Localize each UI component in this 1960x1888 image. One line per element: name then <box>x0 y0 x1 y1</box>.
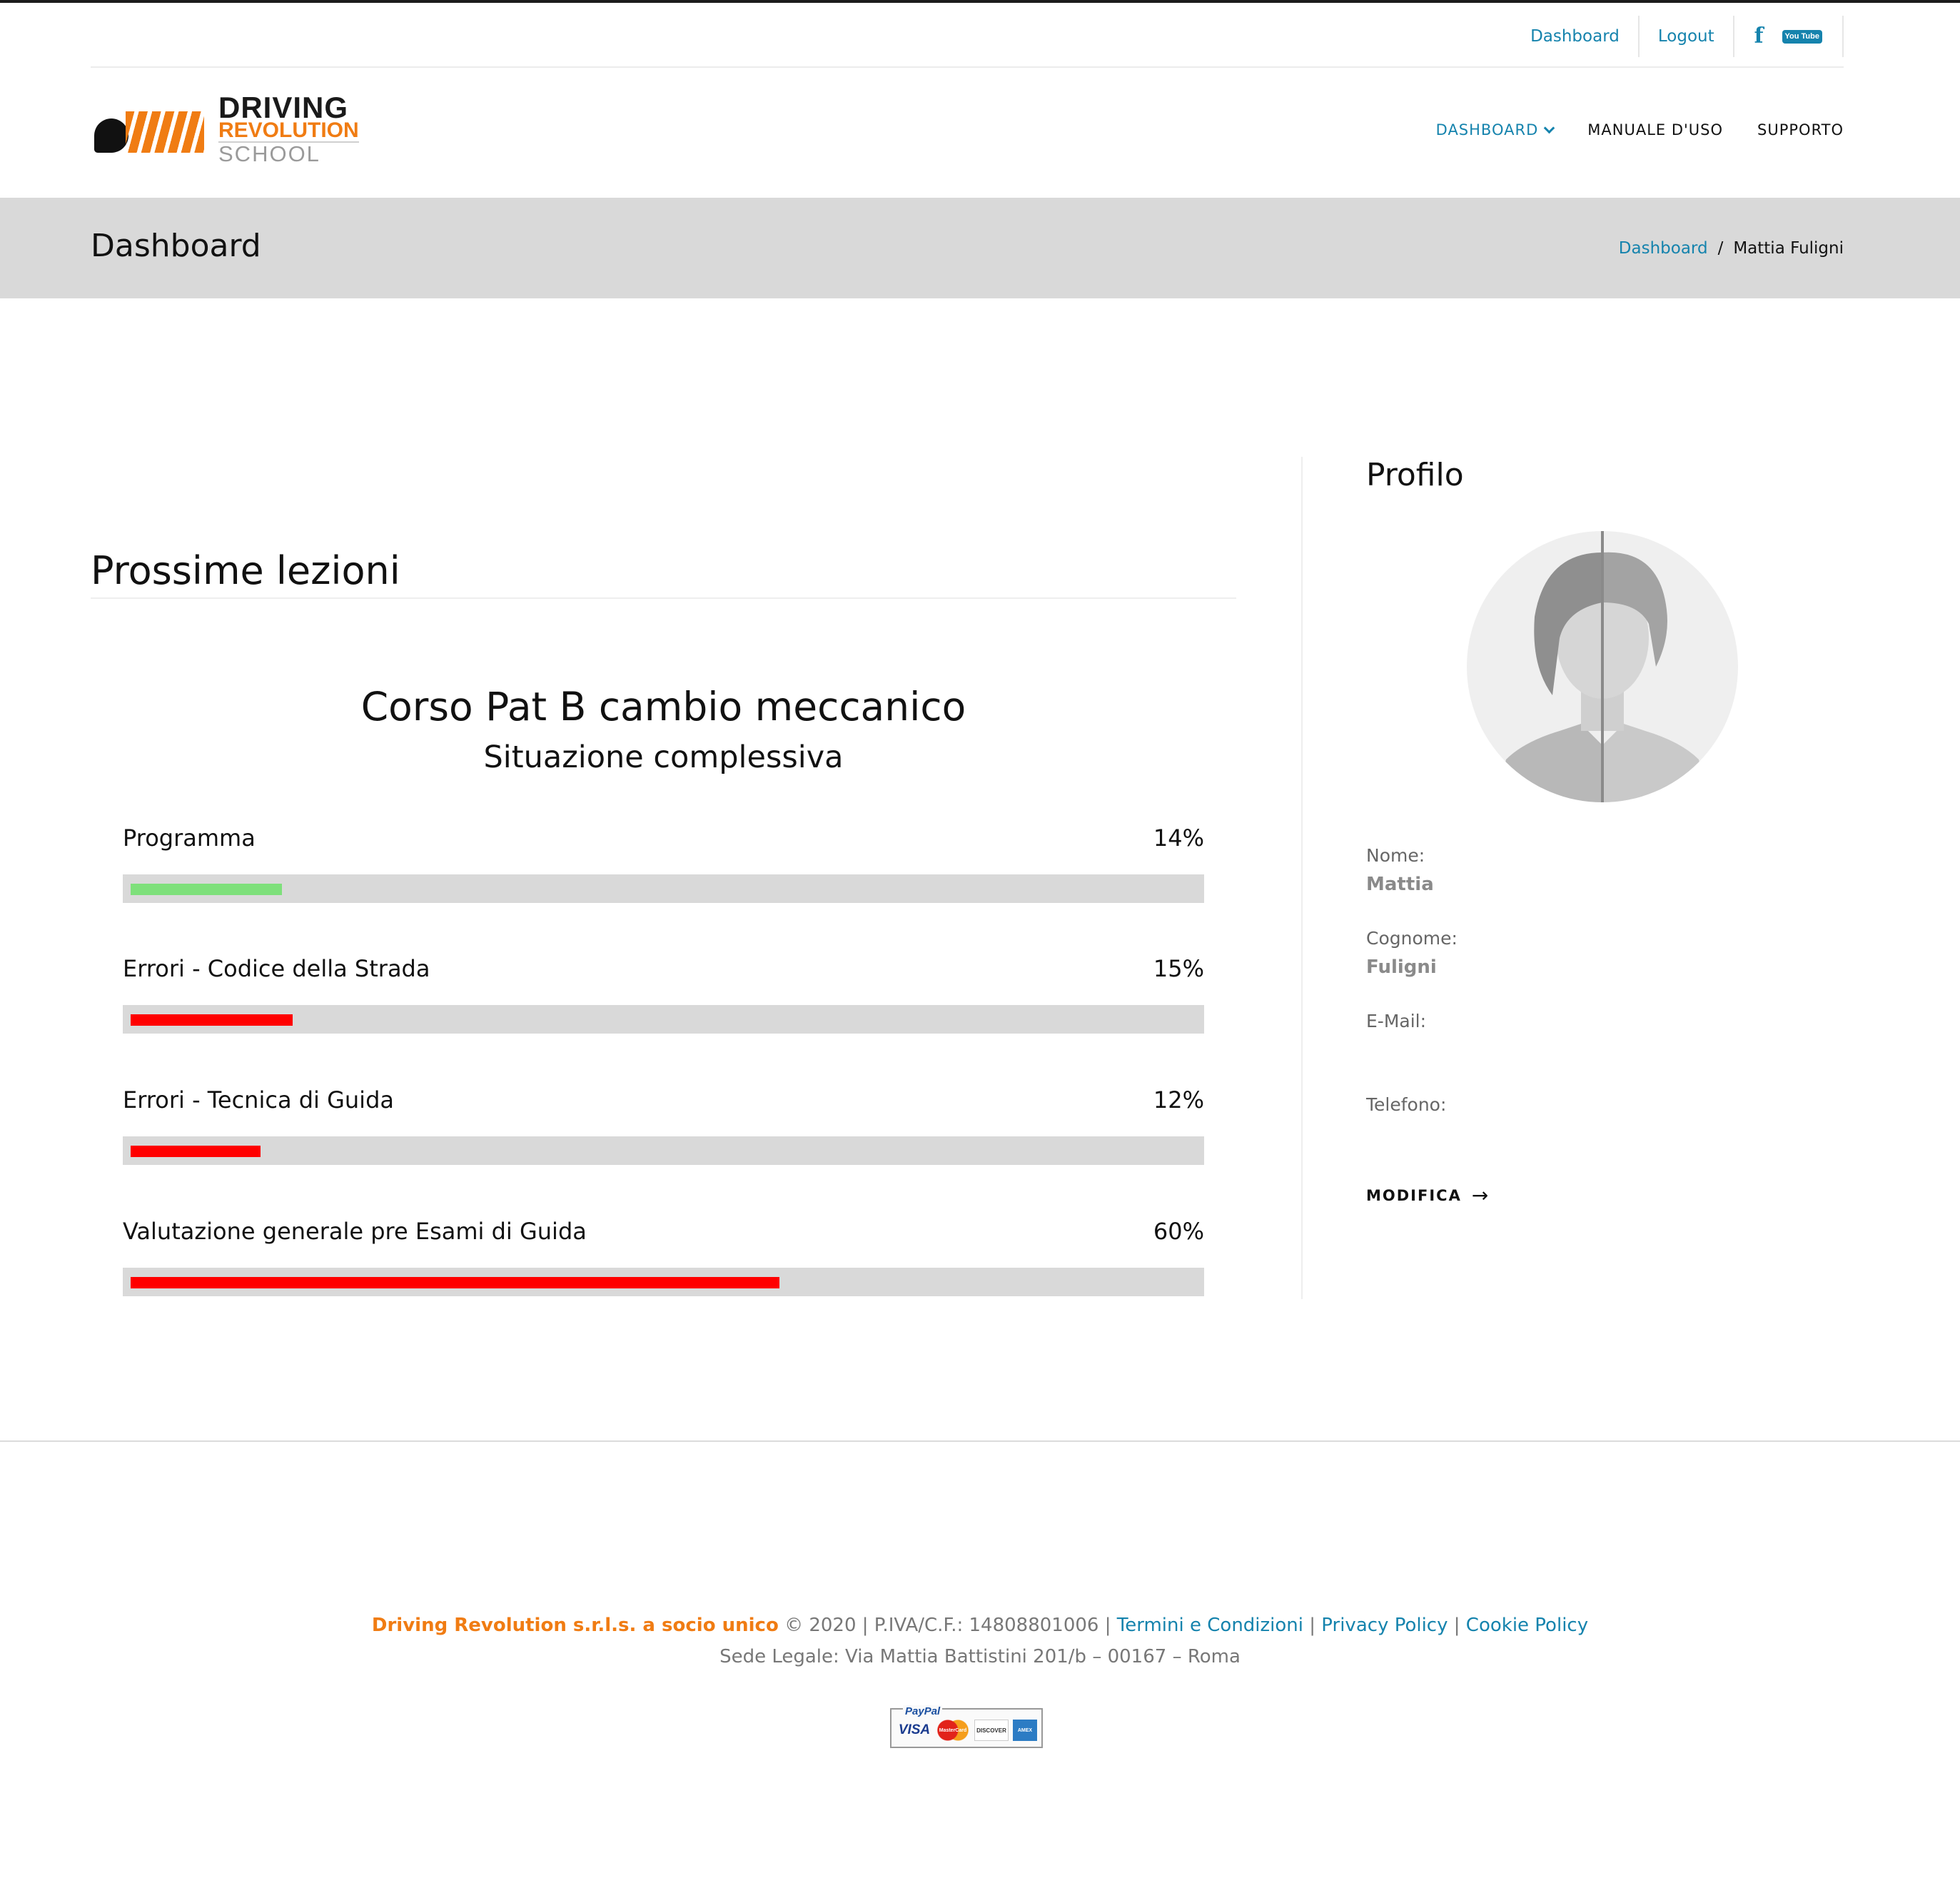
profile-title: Profilo <box>1366 457 1464 493</box>
breadcrumb-home[interactable]: Dashboard <box>1619 239 1708 258</box>
logo-line-2: REVOLUTION <box>218 118 359 143</box>
progress-value: 12% <box>1153 1086 1204 1114</box>
page-title-bar: Dashboard Dashboard / Mattia Fuligni <box>0 198 1960 298</box>
edit-profile-label: MODIFICA <box>1366 1186 1462 1204</box>
payment-methods: PayPal VISA MasterCard DISCOVER AMEX <box>890 1705 1043 1748</box>
main-nav: DASHBOARD MANUALE D'USO SUPPORTO <box>1402 121 1844 138</box>
surname-label: Cognome: <box>1366 928 1458 949</box>
logo-line-3: SCHOOL <box>218 141 359 165</box>
facebook-icon[interactable]: f <box>1754 26 1764 47</box>
visa-icon: VISA <box>898 1722 931 1737</box>
progress-track <box>123 1136 1204 1165</box>
breadcrumb: Dashboard / Mattia Fuligni <box>1619 239 1844 258</box>
nav-dashboard[interactable]: DASHBOARD <box>1402 121 1555 138</box>
mastercard-icon: MasterCard <box>936 1720 970 1741</box>
phone-label: Telefono: <box>1366 1094 1447 1115</box>
footer-separator: | <box>1453 1615 1460 1636</box>
nav-dashboard-label: DASHBOARD <box>1435 121 1539 138</box>
name-value: Mattia <box>1366 874 1434 895</box>
progress-label: Errori - Codice della Strada <box>123 955 430 982</box>
progress-label: Programma <box>123 824 256 852</box>
social-links: f You Tube <box>1734 16 1844 57</box>
breadcrumb-current: Mattia Fuligni <box>1733 239 1844 258</box>
logout-link[interactable]: Logout <box>1640 16 1734 57</box>
paypal-icon: PayPal <box>903 1705 943 1717</box>
footer-separator: | <box>1309 1615 1316 1636</box>
footer-copyright: © 2020 | P.IVA/C.F.: 14808801006 | <box>784 1615 1111 1636</box>
nav-supporto[interactable]: SUPPORTO <box>1723 121 1844 138</box>
top-dashboard-link[interactable]: Dashboard <box>1512 16 1640 57</box>
footer-address: Sede Legale: Via Mattia Battistini 201/b… <box>719 1646 1241 1667</box>
email-label: E-Mail: <box>1366 1011 1427 1031</box>
amex-icon: AMEX <box>1013 1720 1037 1741</box>
page-title: Dashboard <box>91 228 261 264</box>
name-label: Nome: <box>1366 845 1425 866</box>
logo-line-1: DRIVING <box>218 90 349 124</box>
progress-errori-tecnica: Errori - Tecnica di Guida 12% <box>123 1086 1204 1208</box>
progress-errori-codice: Errori - Codice della Strada 15% <box>123 955 1204 1076</box>
footer-divider <box>0 1440 1960 1442</box>
lessons-title: Prossime lezioni <box>91 548 400 593</box>
progress-track <box>123 874 1204 903</box>
progress-fill <box>131 1014 293 1026</box>
progress-fill <box>131 1146 261 1157</box>
progress-programma: Programma 14% <box>123 824 1204 946</box>
footer-legal: Driving Revolution s.r.l.s. a socio unic… <box>0 1615 1960 1636</box>
progress-fill <box>131 884 282 895</box>
progress-value: 14% <box>1153 824 1204 852</box>
lessons-divider <box>91 597 1236 599</box>
progress-fill <box>131 1277 779 1288</box>
progress-track <box>123 1268 1204 1296</box>
progress-label: Valutazione generale pre Esami di Guida <box>123 1218 587 1245</box>
logo-text: DRIVING REVOLUTION SCHOOL <box>218 90 359 165</box>
surname-value: Fuligni <box>1366 956 1437 978</box>
logo[interactable]: DRIVING REVOLUTION SCHOOL <box>94 92 365 166</box>
nav-manuale[interactable]: MANUALE D'USO <box>1553 121 1723 138</box>
progress-value: 15% <box>1153 955 1204 982</box>
progress-label: Errori - Tecnica di Guida <box>123 1086 394 1114</box>
footer-company: Driving Revolution s.r.l.s. a socio unic… <box>371 1615 779 1636</box>
card-logos: VISA MasterCard DISCOVER AMEX <box>897 1720 1037 1741</box>
discover-icon: DISCOVER <box>974 1720 1009 1741</box>
privacy-link[interactable]: Privacy Policy <box>1321 1615 1448 1636</box>
avatar <box>1467 531 1738 802</box>
utility-links: Dashboard Logout f You Tube <box>1512 16 1844 57</box>
progress-track <box>123 1005 1204 1034</box>
course-title: Corso Pat B cambio meccanico <box>360 684 966 730</box>
course-subtitle: Situazione complessiva <box>483 739 844 775</box>
progress-valutazione: Valutazione generale pre Esami di Guida … <box>123 1218 1204 1339</box>
site-header: DRIVING REVOLUTION SCHOOL DASHBOARD MANU… <box>91 69 1844 198</box>
logo-mark-icon <box>94 104 208 154</box>
cookie-link[interactable]: Cookie Policy <box>1466 1615 1588 1636</box>
terms-link[interactable]: Termini e Condizioni <box>1117 1615 1303 1636</box>
progress-value: 60% <box>1153 1218 1204 1245</box>
utility-bar: Dashboard Logout f You Tube <box>91 3 1844 68</box>
column-divider <box>1301 457 1303 1299</box>
edit-profile-link[interactable]: MODIFICA → <box>1366 1183 1490 1207</box>
breadcrumb-separator: / <box>1717 239 1724 258</box>
youtube-icon[interactable]: You Tube <box>1782 29 1822 44</box>
arrow-right-icon: → <box>1471 1183 1490 1207</box>
